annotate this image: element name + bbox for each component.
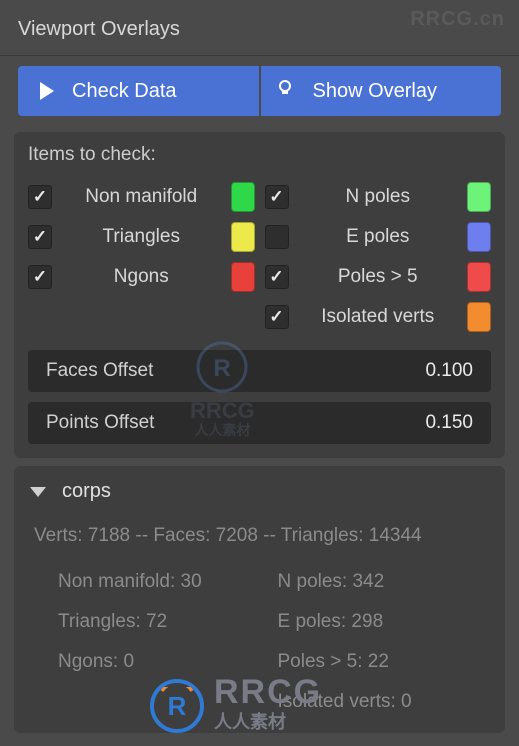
stat-item: N poles: 342 — [278, 571, 490, 593]
stats-grid: Non manifold: 30 N poles: 342 Triangles: 7… — [58, 571, 489, 713]
checkbox[interactable] — [28, 185, 52, 209]
check-item: Isolated verts — [265, 302, 492, 332]
show-overlay-label: Show Overlay — [313, 80, 438, 103]
faces-offset-row[interactable]: Faces Offset 0.100 — [28, 350, 491, 392]
check-data-button[interactable]: Check Data — [18, 66, 259, 116]
color-swatch[interactable] — [231, 262, 255, 292]
color-swatch[interactable] — [467, 222, 491, 252]
faces-offset-label: Faces Offset — [46, 360, 153, 382]
faces-offset-value: 0.100 — [425, 360, 473, 382]
check-item: Ngons — [28, 262, 255, 292]
checkbox[interactable] — [265, 185, 289, 209]
stat-item: Non manifold: 30 — [58, 571, 270, 593]
stat-item: Poles > 5: 22 — [278, 651, 490, 673]
stat-item — [58, 691, 270, 713]
check-item: Non manifold — [28, 182, 255, 212]
bulb-icon — [275, 78, 295, 104]
check-item: Poles > 5 — [265, 262, 492, 292]
points-offset-value: 0.150 — [425, 412, 473, 434]
stat-item: Ngons: 0 — [58, 651, 270, 673]
color-swatch[interactable] — [467, 262, 491, 292]
check-grid: Non manifold N poles Triangles E poles Ngons… — [28, 182, 491, 332]
action-button-row: Check Data Show Overlay — [0, 56, 519, 124]
check-item: Triangles — [28, 222, 255, 252]
play-icon — [40, 82, 54, 100]
stats-summary: Verts: 7188 -- Faces: 7208 -- Triangles:… — [34, 525, 489, 547]
check-label: N poles — [299, 186, 458, 208]
items-section-label: Items to check: — [28, 144, 491, 166]
color-swatch[interactable] — [467, 182, 491, 212]
checkbox[interactable] — [265, 225, 289, 249]
stats-section: corps Verts: 7188 -- Faces: 7208 -- Tria… — [14, 466, 505, 733]
stat-item: E poles: 298 — [278, 611, 490, 633]
color-swatch[interactable] — [231, 182, 255, 212]
stat-item: Isolated verts: 0 — [278, 691, 490, 713]
check-data-label: Check Data — [72, 80, 177, 103]
checkbox[interactable] — [265, 305, 289, 329]
color-swatch[interactable] — [231, 222, 255, 252]
points-offset-row[interactable]: Points Offset 0.150 — [28, 402, 491, 444]
stats-object-name: corps — [62, 480, 111, 503]
color-swatch[interactable] — [467, 302, 491, 332]
items-to-check-section: Items to check: Non manifold N poles Trian… — [14, 132, 505, 458]
check-label: Triangles — [62, 226, 221, 248]
checkbox[interactable] — [28, 225, 52, 249]
show-overlay-button[interactable]: Show Overlay — [261, 66, 502, 116]
stat-item: Triangles: 72 — [58, 611, 270, 633]
check-label: Poles > 5 — [299, 266, 458, 288]
check-label: E poles — [299, 226, 458, 248]
watermark-top-text: RRCG.cn — [410, 8, 505, 31]
points-offset-label: Points Offset — [46, 412, 154, 434]
check-item — [28, 302, 255, 332]
check-label: Ngons — [62, 266, 221, 288]
check-item: N poles — [265, 182, 492, 212]
check-label: Isolated verts — [299, 306, 458, 328]
stats-header[interactable]: corps — [30, 480, 489, 503]
checkbox[interactable] — [28, 265, 52, 289]
chevron-down-icon[interactable] — [30, 487, 46, 497]
checkbox[interactable] — [265, 265, 289, 289]
check-label: Non manifold — [62, 186, 221, 208]
check-item: E poles — [265, 222, 492, 252]
